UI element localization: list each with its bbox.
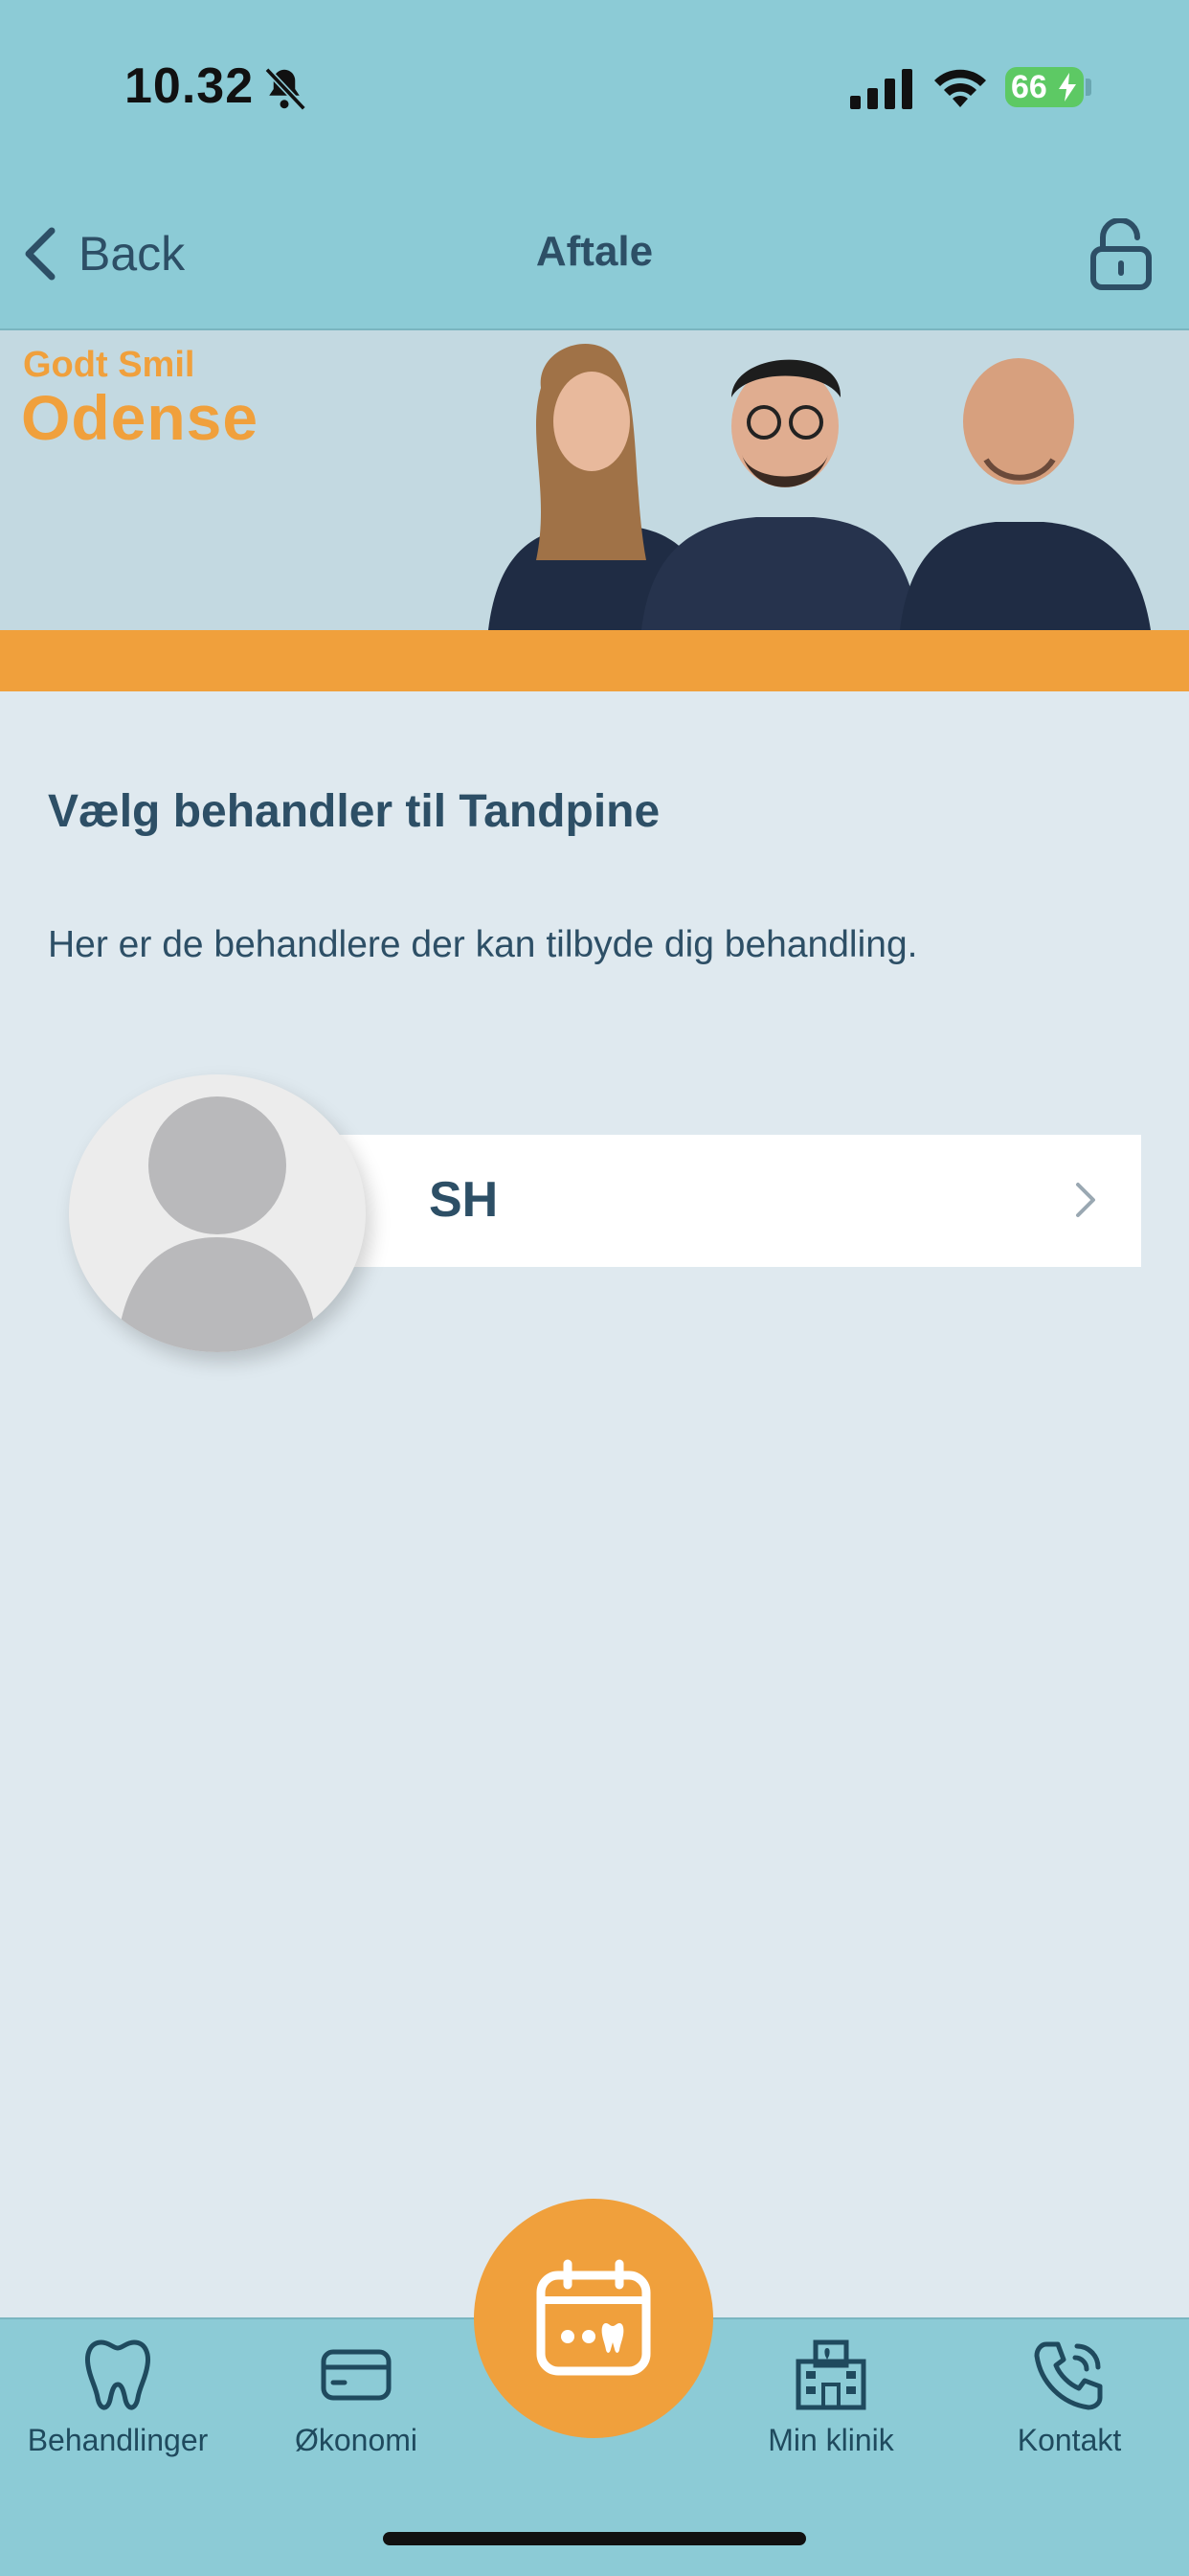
clinic-building-icon — [796, 2339, 866, 2410]
wifi-icon — [934, 69, 986, 107]
chevron-right-icon — [1076, 1183, 1095, 1217]
unlock-icon[interactable] — [1089, 218, 1153, 291]
battery-charging-icon — [1059, 73, 1076, 102]
tab-label-min-klinik: Min klinik — [768, 2423, 894, 2457]
page-description: Her er de behandlere der kan tilbyde dig… — [48, 924, 918, 965]
tab-kontakt[interactable]: Kontakt — [954, 2337, 1184, 2458]
calendar-tooth-icon — [536, 2259, 651, 2376]
tab-label-behandlinger: Behandlinger — [27, 2423, 209, 2457]
book-appointment-button[interactable] — [474, 2199, 713, 2438]
brand-location: Odense — [21, 382, 259, 453]
home-indicator — [383, 2532, 806, 2545]
provider-item[interactable]: SH — [325, 1135, 1141, 1267]
avatar-silhouette — [117, 1096, 318, 1352]
team-photo — [488, 343, 1151, 630]
tab-behandlinger[interactable]: Behandlinger — [3, 2337, 233, 2458]
accent-strip — [0, 630, 1189, 691]
bell-slash-icon — [264, 67, 306, 111]
battery-cap — [1086, 79, 1091, 96]
tab-okonomi[interactable]: Økonomi — [241, 2337, 471, 2458]
default-person-icon[interactable] — [69, 1074, 366, 1352]
brand-name: Godt Smil — [23, 345, 195, 385]
tooth-icon — [85, 2339, 150, 2410]
tab-label-okonomi: Økonomi — [294, 2423, 418, 2457]
tab-label-kontakt: Kontakt — [1017, 2423, 1122, 2457]
battery-indicator: 66 — [1005, 67, 1084, 107]
phone-icon — [1034, 2341, 1103, 2410]
battery-level: 66 — [1011, 69, 1047, 105]
signal-icon — [850, 69, 912, 109]
tab-min-klinik[interactable]: Min klinik — [716, 2337, 946, 2458]
card-icon — [321, 2349, 392, 2401]
page-header-title: Aftale — [535, 228, 654, 275]
status-time: 10.32 — [124, 58, 255, 114]
page-title: Vælg behandler til Tandpine — [48, 786, 661, 837]
provider-name: SH — [429, 1172, 499, 1228]
